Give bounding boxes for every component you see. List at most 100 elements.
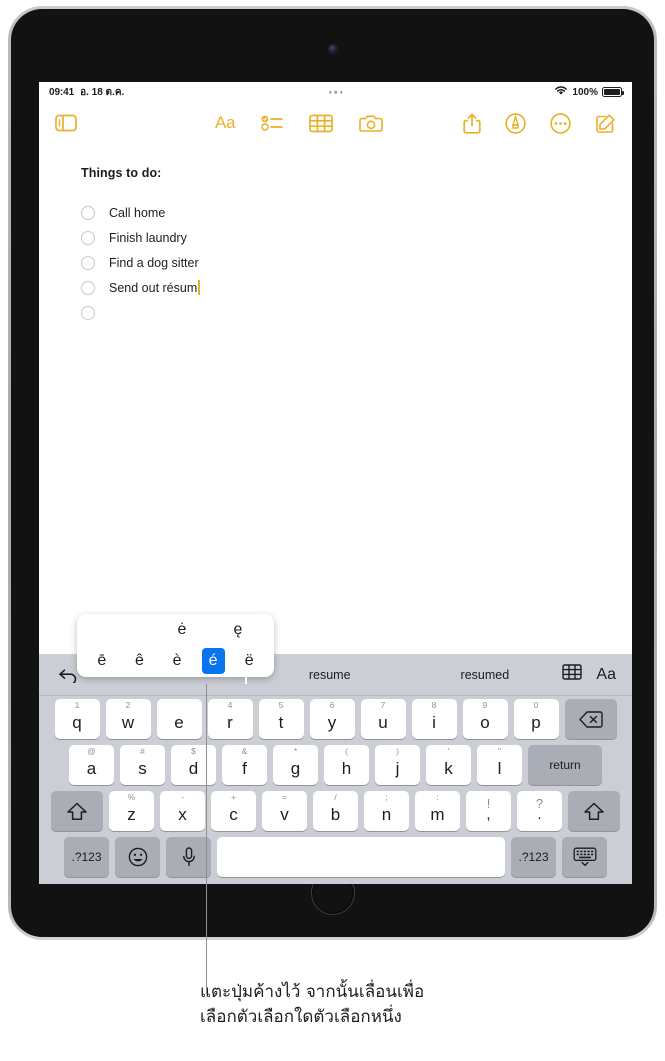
accent-option-e-acute-selected[interactable]: é [201, 647, 225, 674]
keyboard-row-4: .?123 .?123 [39, 834, 632, 880]
space-key[interactable] [217, 837, 505, 877]
key-alt-label: / [334, 792, 337, 802]
key-alt-label: + [231, 792, 236, 802]
checkbox-circle-icon[interactable] [81, 205, 95, 220]
key-r[interactable]: 4r [207, 699, 253, 739]
key-p[interactable]: 0p [513, 699, 559, 739]
status-date: อ. 18 ต.ค. [80, 86, 125, 98]
key-label: m [430, 805, 445, 824]
battery-icon [602, 87, 624, 97]
key-alt-label: 6 [329, 700, 335, 710]
wifi-icon [554, 85, 568, 99]
accent-option-e-circumflex[interactable]: ê [126, 652, 152, 669]
key-m[interactable]: :m [415, 791, 460, 831]
key-s[interactable]: # s [120, 745, 165, 785]
emoji-icon[interactable] [115, 837, 160, 877]
key-n[interactable]: ; n [364, 791, 409, 831]
accent-option-e-ogonek[interactable]: ę [225, 621, 251, 638]
checklist-item[interactable]: Call home [81, 200, 590, 225]
checklist-icon[interactable] [261, 115, 284, 131]
keyboard-row-2: @ a # s $ d & f * g (h ) j ' k " l return [39, 742, 632, 788]
accent-option-e-grave[interactable]: è [164, 652, 190, 669]
checkbox-circle-icon[interactable] [81, 280, 95, 295]
key-o[interactable]: 9o [462, 699, 508, 739]
share-icon[interactable] [463, 113, 481, 134]
key-a[interactable]: @ a [69, 745, 114, 785]
key-alt-label: ' [447, 746, 450, 756]
key-comma-exclamation[interactable]: !, [466, 791, 511, 831]
key-w[interactable]: 2w [105, 699, 151, 739]
numeric-key-left[interactable]: .?123 [64, 837, 109, 877]
key-alt-label: 8 [431, 700, 437, 710]
key-g[interactable]: * g [273, 745, 318, 785]
predictive-right-group: Aa [562, 664, 632, 685]
prediction-resume[interactable]: resume [252, 668, 407, 682]
key-j[interactable]: ) j [375, 745, 420, 785]
prediction-resumed[interactable]: resumed [407, 668, 562, 682]
accent-option-e-macron[interactable]: ē [89, 652, 115, 669]
key-z[interactable]: % z [109, 791, 154, 831]
format-aa-button[interactable]: Aa [596, 666, 616, 684]
key-c[interactable]: + c [211, 791, 256, 831]
numeric-key-right[interactable]: .?123 [511, 837, 556, 877]
instruction-caption: แตะปุ่มค้างไว้ จากนั้นเลื่อนเพื่อ เลือกต… [200, 980, 620, 1029]
table-icon[interactable] [562, 664, 583, 685]
key-q[interactable]: 1q [54, 699, 100, 739]
checklist-item-label: Finish laundry [109, 230, 187, 245]
multitask-dots-icon[interactable] [328, 90, 343, 94]
key-alt-label: @ [87, 746, 96, 756]
key-h[interactable]: (h [324, 745, 369, 785]
key-e-active[interactable]: e [156, 699, 202, 739]
key-alt-label: * [293, 746, 298, 756]
key-b[interactable]: / b [313, 791, 358, 831]
checklist-item-active[interactable]: Send out résum [81, 275, 590, 300]
microphone-icon[interactable] [166, 837, 211, 877]
accent-option-e-dot[interactable]: ė [169, 621, 195, 638]
key-label: return [549, 758, 581, 772]
key-u[interactable]: 7u [360, 699, 406, 739]
key-t[interactable]: 5t [258, 699, 304, 739]
key-alt-label: - [181, 792, 184, 802]
camera-icon[interactable] [359, 114, 384, 133]
format-aa-button[interactable]: Aa [215, 113, 236, 133]
key-i[interactable]: 8i [411, 699, 457, 739]
accent-option-e-diaeresis[interactable]: ë [236, 652, 262, 669]
caption-line-2: เลือกตัวเลือกใดตัวเลือกหนึ่ง [200, 1006, 402, 1027]
checkbox-circle-icon[interactable] [81, 255, 95, 270]
key-k[interactable]: ' k [426, 745, 471, 785]
sidebar-toggle-icon[interactable] [55, 114, 77, 132]
shift-key-right[interactable] [568, 791, 620, 831]
delete-backspace-icon[interactable] [564, 699, 617, 739]
checkbox-circle-icon[interactable] [81, 230, 95, 245]
key-alt-label: ) [396, 746, 399, 756]
key-alt-label: 7 [380, 700, 386, 710]
shift-key-left[interactable] [51, 791, 103, 831]
return-key[interactable]: return [528, 745, 602, 785]
key-label: a [86, 759, 97, 778]
checklist-item[interactable]: Finish laundry [81, 225, 590, 250]
toolbar-center-group: Aa [215, 113, 384, 133]
accent-popup-bottom-row: ē ê è é ë [77, 645, 274, 676]
table-icon[interactable] [309, 114, 334, 133]
key-label: k [444, 759, 453, 778]
dismiss-keyboard-icon[interactable] [562, 837, 607, 877]
key-x[interactable]: -x [160, 791, 205, 831]
checklist-item[interactable]: Find a dog sitter [81, 250, 590, 275]
key-d[interactable]: $ d [171, 745, 216, 785]
key-v[interactable]: = v [262, 791, 307, 831]
note-body[interactable]: Things to do: Call home Finish laundry F… [39, 144, 632, 325]
key-f[interactable]: & f [222, 745, 267, 785]
key-label: x [178, 805, 187, 824]
device-bezel: 09:41 อ. 18 ต.ค. 100% Aa Things to do: C… [11, 9, 654, 937]
more-ellipsis-icon[interactable] [550, 112, 571, 134]
checklist-item-empty[interactable] [81, 300, 590, 325]
accent-character-popup[interactable]: ė ę ē ê è é ë [77, 614, 274, 684]
markup-icon[interactable] [505, 112, 526, 134]
key-period-question[interactable]: ?. [517, 791, 562, 831]
key-l[interactable]: " l [477, 745, 522, 785]
compose-icon[interactable] [595, 113, 616, 134]
key-y[interactable]: 6y [309, 699, 355, 739]
checkbox-circle-icon[interactable] [81, 305, 95, 320]
status-time: 09:41 [49, 86, 75, 98]
key-alt-label: : [436, 792, 439, 802]
